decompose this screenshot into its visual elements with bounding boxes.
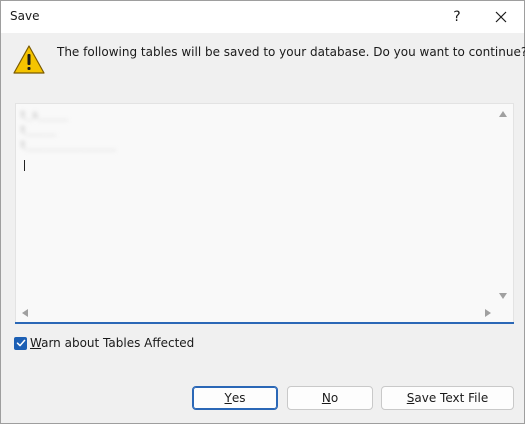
textbox-focus-underline <box>15 322 514 324</box>
button-label: ave Text File <box>414 391 489 405</box>
label-text: arn about Tables Affected <box>41 336 195 350</box>
save-dialog: Save ? The following tables will be save… <box>0 0 525 424</box>
help-icon: ? <box>453 9 461 25</box>
no-button[interactable]: No <box>287 386 373 410</box>
horizontal-scrollbar[interactable] <box>17 304 496 321</box>
table-name-line: t_s_____ <box>20 110 69 121</box>
warn-tables-checkbox-row[interactable]: Warn about Tables Affected <box>14 336 194 350</box>
close-button[interactable] <box>479 1 523 33</box>
yes-button[interactable]: Yes <box>192 386 278 410</box>
title-bar: Save ? <box>1 1 524 33</box>
warn-tables-label: Warn about Tables Affected <box>30 336 194 350</box>
scroll-down-icon[interactable] <box>499 293 507 299</box>
accelerator-key: S <box>406 391 415 405</box>
tables-list-textbox[interactable]: t_s_____ t_____ t_______________ <box>15 103 514 323</box>
confirmation-message: The following tables will be saved to yo… <box>57 45 525 59</box>
accelerator-key: Y <box>224 391 232 405</box>
dialog-body: The following tables will be saved to yo… <box>1 33 525 423</box>
table-name-line: t_______________ <box>20 140 117 151</box>
help-button[interactable]: ? <box>435 1 479 33</box>
vertical-scrollbar[interactable] <box>495 105 512 303</box>
scroll-right-icon[interactable] <box>485 309 491 317</box>
check-icon <box>16 339 25 347</box>
accelerator-key: N <box>321 391 331 405</box>
button-label: o <box>330 391 339 405</box>
scroll-left-icon[interactable] <box>22 309 28 317</box>
warning-icon <box>13 45 45 74</box>
scroll-up-icon[interactable] <box>499 111 507 117</box>
warn-tables-checkbox[interactable] <box>14 336 27 350</box>
table-name-line: t_____ <box>20 125 57 136</box>
tables-list-content: t_s_____ t_____ t_______________ <box>20 108 490 298</box>
button-label: es <box>231 391 246 405</box>
accelerator-key: W <box>30 336 42 350</box>
save-text-file-button[interactable]: Save Text File <box>381 386 514 410</box>
text-caret <box>24 160 25 171</box>
close-icon <box>495 11 507 23</box>
window-title: Save <box>10 9 40 23</box>
